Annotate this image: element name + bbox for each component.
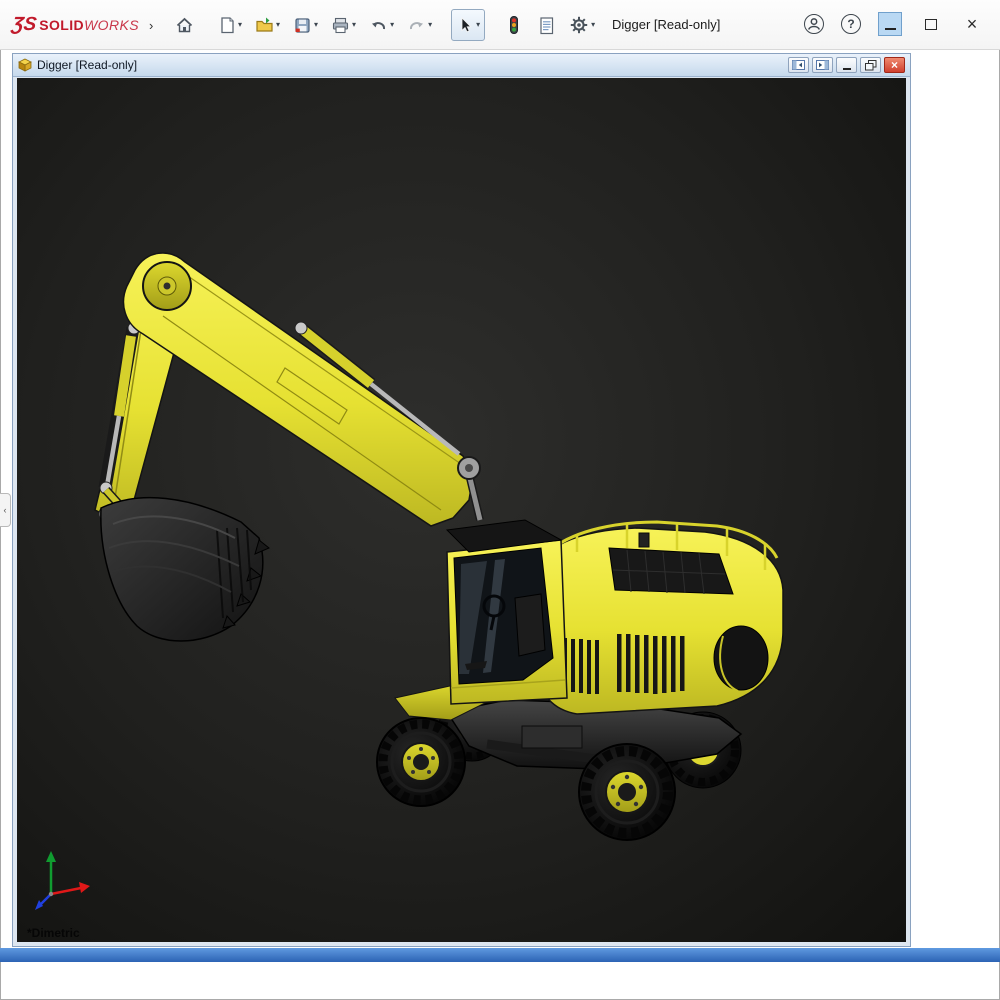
pane-left-icon — [792, 60, 805, 70]
redo-button[interactable]: ▾ — [402, 9, 437, 41]
document-window-titlebar[interactable]: Digger [Read-only] — [13, 54, 910, 77]
boom-assembly[interactable] — [95, 253, 480, 526]
orientation-triad[interactable] — [35, 851, 90, 910]
maximize-button[interactable] — [919, 12, 943, 36]
print-icon — [331, 16, 350, 35]
logo-solid-text: SOLID — [39, 17, 84, 33]
dropdown-caret-icon[interactable]: ▾ — [591, 21, 595, 29]
print-button[interactable]: ▾ — [326, 9, 361, 41]
document-window-controls: × — [788, 57, 905, 73]
document-window: Digger [Read-only] — [12, 53, 911, 947]
undo-button[interactable]: ▾ — [364, 9, 399, 41]
dropdown-caret-icon[interactable]: ▾ — [276, 21, 280, 29]
account-icon — [804, 14, 824, 34]
document-title: Digger [Read-only] — [612, 17, 720, 32]
help-glyph: ? — [847, 17, 854, 31]
document-minimize-icon — [843, 68, 851, 70]
minimize-icon — [885, 28, 896, 30]
dropdown-caret-icon[interactable]: ▾ — [390, 21, 394, 29]
open-button[interactable]: ▾ — [250, 9, 285, 41]
new-document-button[interactable]: ▾ — [213, 9, 247, 41]
redo-icon — [407, 16, 426, 34]
main-titlebar: ƷS SOLID WORKS › ▾ — [0, 0, 1000, 50]
wheel-front-near[interactable] — [377, 718, 465, 806]
open-icon — [255, 16, 274, 34]
save-icon — [293, 16, 312, 35]
part-file-icon — [18, 58, 32, 72]
exhaust-stack — [639, 533, 649, 547]
status-bar — [0, 948, 1000, 962]
file-properties-icon — [537, 16, 556, 35]
side-louvers — [555, 634, 685, 694]
select-tool-button[interactable]: ▾ — [451, 9, 485, 41]
seat — [515, 594, 545, 656]
maximize-icon — [925, 19, 937, 30]
minimize-button[interactable] — [878, 12, 902, 36]
logo-3s-mark: ƷS — [10, 14, 37, 36]
dropdown-caret-icon[interactable]: ▾ — [476, 21, 480, 29]
cab[interactable] — [447, 520, 567, 704]
logo-works-text: WORKS — [84, 17, 139, 33]
help-button[interactable]: ? — [841, 14, 861, 34]
pane-toggle-left-button[interactable] — [788, 57, 809, 73]
dropdown-caret-icon[interactable]: ▾ — [314, 21, 318, 29]
status-light-button[interactable] — [499, 9, 529, 41]
document-restore-button[interactable] — [860, 57, 881, 73]
dropdown-caret-icon[interactable]: ▾ — [428, 21, 432, 29]
menu-expand-chevron-icon[interactable]: › — [149, 18, 153, 33]
document-window-title: Digger [Read-only] — [37, 58, 137, 72]
save-button[interactable]: ▾ — [288, 9, 323, 41]
solidworks-logo: ƷS SOLID WORKS › — [12, 14, 153, 36]
solidworks-window: ƷS SOLID WORKS › ▾ — [0, 0, 1000, 1000]
dropdown-caret-icon[interactable]: ▾ — [352, 21, 356, 29]
collapse-chevron-icon: ‹ — [4, 505, 7, 515]
document-close-icon: × — [891, 59, 898, 71]
wheel-rear-near[interactable] — [579, 744, 675, 840]
new-document-icon — [218, 16, 236, 35]
file-properties-button[interactable] — [532, 9, 561, 41]
document-restore-icon — [865, 60, 877, 71]
main-toolbar: ▾ ▾ ▾ — [170, 8, 600, 42]
document-close-button[interactable]: × — [884, 57, 905, 73]
options-button[interactable]: ▾ — [564, 9, 600, 41]
account-button[interactable] — [804, 14, 824, 34]
rear-vent — [714, 626, 768, 690]
bucket[interactable] — [101, 498, 269, 641]
close-icon: × — [967, 15, 978, 33]
options-gear-icon — [569, 15, 589, 35]
close-button[interactable]: × — [960, 12, 984, 36]
select-cursor-icon — [456, 16, 474, 35]
engine-housing[interactable] — [537, 522, 783, 714]
excavator-model[interactable] — [17, 78, 906, 942]
titlebar-right-controls: ? × — [804, 12, 984, 36]
view-orientation-label: *Dimetric — [27, 926, 80, 940]
pane-toggle-right-button[interactable] — [812, 57, 833, 73]
graphics-area[interactable]: *Dimetric — [17, 78, 906, 942]
undo-icon — [369, 16, 388, 34]
home-icon — [175, 16, 194, 35]
boom-elbow-joint — [143, 262, 191, 310]
pane-right-icon — [816, 60, 829, 70]
task-pane-collapse-tab[interactable]: ‹ — [0, 493, 11, 527]
home-button[interactable] — [170, 9, 199, 41]
dropdown-caret-icon[interactable]: ▾ — [238, 21, 242, 29]
document-minimize-button[interactable] — [836, 57, 857, 73]
status-light-icon — [504, 15, 524, 35]
